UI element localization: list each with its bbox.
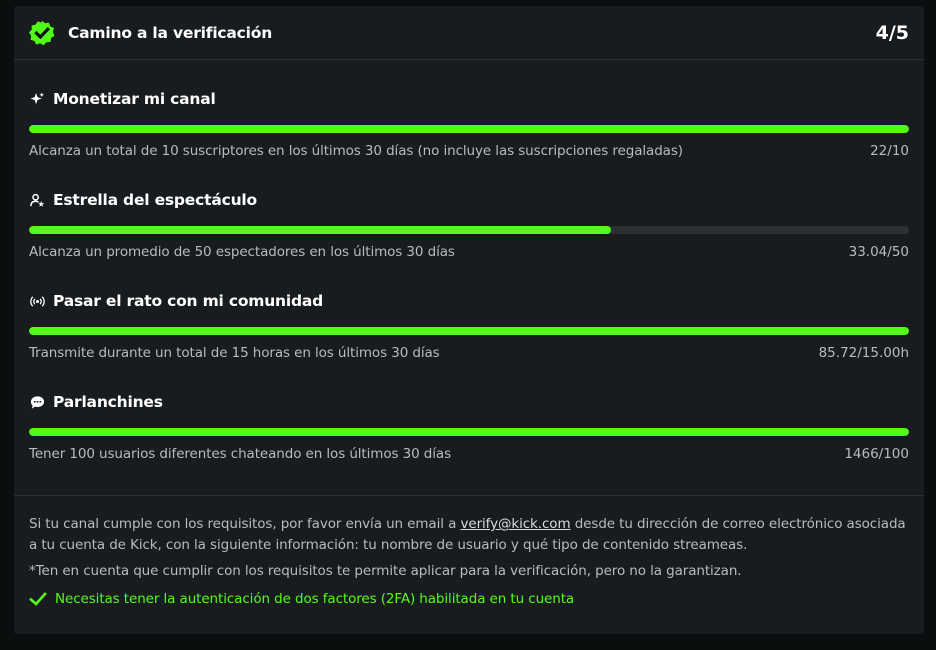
requirement-progress-bar [29, 327, 909, 335]
requirement-progress-bar [29, 226, 909, 234]
requirement-title: Parlanchines [53, 393, 163, 411]
requirement-value: 85.72/15.00h [818, 345, 909, 361]
verification-note: *Ten en cuenta que cumplir con los requi… [29, 563, 742, 579]
header-left: Camino a la verificación [28, 19, 272, 47]
requirement-item: Monetizar mi canal Alcanza un total de 1… [29, 60, 909, 161]
requirement-value: 22/10 [870, 143, 909, 159]
twofa-requirement: Necesitas tener la autenticación de dos … [29, 590, 909, 608]
requirement-description: Transmite durante un total de 15 horas e… [29, 345, 440, 361]
requirements-list: Monetizar mi canal Alcanza un total de 1… [14, 60, 924, 464]
chat-bubble-icon [29, 394, 45, 410]
requirement-item: Parlanchines Tener 100 usuarios diferent… [29, 363, 909, 464]
requirement-description: Alcanza un promedio de 50 espectadores e… [29, 244, 455, 260]
verification-progress-count: 4/5 [875, 21, 909, 44]
user-star-icon [29, 192, 45, 208]
verification-info: Si tu canal cumple con los requisitos, p… [29, 514, 909, 556]
panel-header: Camino a la verificación 4/5 [14, 6, 924, 60]
requirement-description: Alcanza un total de 10 suscriptores en l… [29, 143, 683, 159]
panel-footer: Si tu canal cumple con los requisitos, p… [14, 495, 924, 634]
requirement-item: Pasar el rato con mi comunidad Transmite… [29, 262, 909, 363]
progress-bar-fill [29, 125, 909, 133]
requirement-progress-bar [29, 125, 909, 133]
requirement-item: Estrella del espectáculo Alcanza un prom… [29, 161, 909, 262]
panel-title: Camino a la verificación [68, 23, 273, 42]
requirement-header: Monetizar mi canal [29, 90, 216, 108]
requirement-title: Estrella del espectáculo [53, 191, 257, 209]
requirement-header: Parlanchines [29, 393, 163, 411]
info-text-before: Si tu canal cumple con los requisitos, p… [29, 516, 461, 532]
requirement-header: Pasar el rato con mi comunidad [29, 292, 323, 310]
checkmark-icon [29, 592, 47, 606]
progress-bar-fill [29, 428, 909, 436]
verification-panel: Camino a la verificación 4/5 Monetizar m… [14, 6, 924, 634]
requirement-value: 1466/100 [844, 446, 909, 462]
sparkles-icon [29, 91, 45, 107]
progress-bar-fill [29, 226, 611, 234]
broadcast-icon [29, 293, 45, 309]
requirement-description: Tener 100 usuarios diferentes chateando … [29, 446, 452, 462]
requirement-title: Pasar el rato con mi comunidad [53, 292, 324, 310]
twofa-text: Necesitas tener la autenticación de dos … [55, 591, 575, 607]
progress-bar-fill [29, 327, 909, 335]
verify-email-link[interactable]: verify@kick.com [460, 516, 570, 532]
requirement-title: Monetizar mi canal [53, 90, 216, 108]
requirement-progress-bar [29, 428, 909, 436]
requirement-value: 33.04/50 [848, 244, 909, 260]
verified-badge-icon [29, 20, 55, 45]
requirement-header: Estrella del espectáculo [29, 191, 257, 209]
